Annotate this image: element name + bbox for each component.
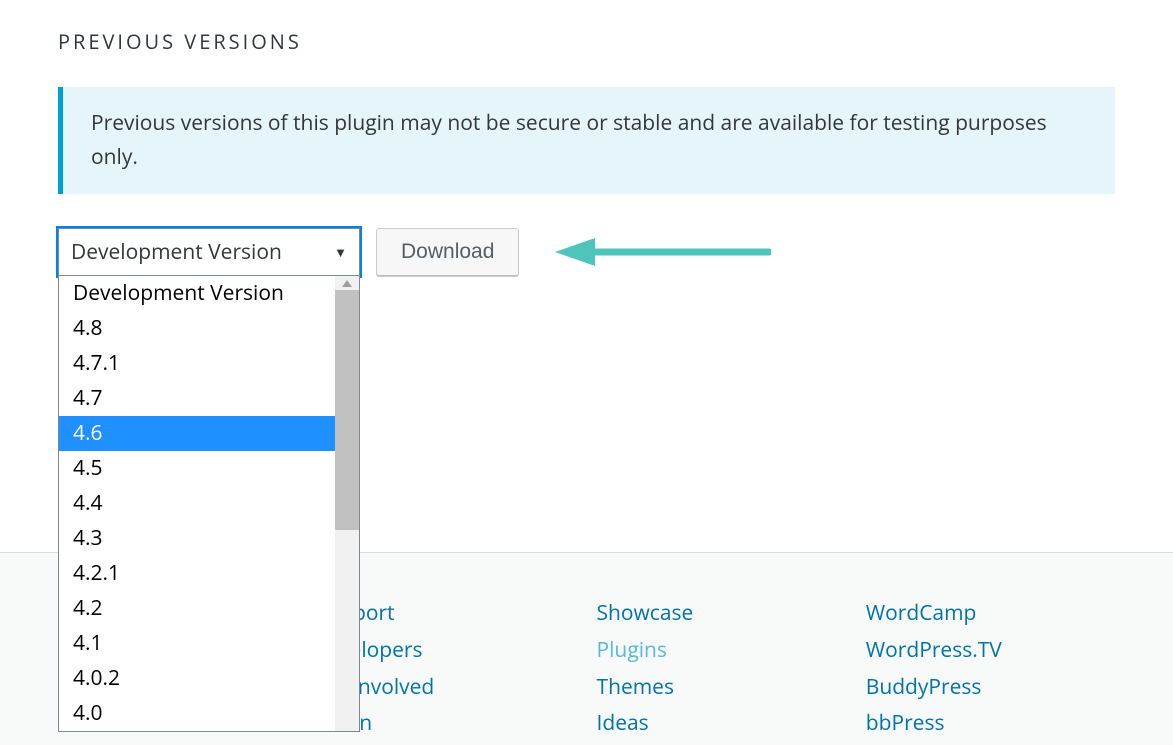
version-option[interactable]: 4.0 [59, 696, 359, 731]
footer-link-plugins[interactable]: Plugins [597, 632, 846, 669]
version-dropdown-list[interactable]: Development Version4.84.7.14.74.64.54.44… [58, 276, 360, 732]
version-option[interactable]: 4.1 [59, 626, 359, 661]
version-option[interactable]: 4.8 [59, 311, 359, 346]
footer-link-wordpresstv[interactable]: WordPress.TV [866, 632, 1115, 669]
footer-link-ideas[interactable]: Ideas [597, 705, 846, 742]
version-option[interactable]: 4.7.1 [59, 346, 359, 381]
footer-link-bbpress[interactable]: bbPress [866, 705, 1115, 742]
version-select-label: Development Version [71, 238, 282, 266]
version-option[interactable]: 4.5 [59, 451, 359, 486]
footer-col-3: Showcase Plugins Themes Ideas [597, 595, 846, 745]
version-option[interactable]: 4.6 [59, 416, 359, 451]
footer-link-developers[interactable]: evelopers [327, 632, 576, 669]
version-option[interactable]: 4.4 [59, 486, 359, 521]
version-option[interactable]: Development Version [59, 276, 359, 311]
version-option[interactable]: 4.2.1 [59, 556, 359, 591]
footer-col-2: upport evelopers et Involved earn [327, 595, 576, 745]
footer-link-wordcamp[interactable]: WordCamp [866, 595, 1115, 632]
footer-col-4: WordCamp WordPress.TV BuddyPress bbPress [866, 595, 1115, 745]
notice-banner: Previous versions of this plugin may not… [58, 87, 1115, 194]
dropdown-scrollbar[interactable] [335, 276, 359, 731]
footer-link-showcase[interactable]: Showcase [597, 595, 846, 632]
version-option[interactable]: 4.2 [59, 591, 359, 626]
footer-link-learn[interactable]: earn [327, 705, 576, 742]
footer-link-buddypress[interactable]: BuddyPress [866, 669, 1115, 706]
version-option[interactable]: 4.0.2 [59, 661, 359, 696]
footer-link-themes[interactable]: Themes [597, 669, 846, 706]
caret-down-icon: ▼ [334, 243, 347, 261]
version-option[interactable]: 4.7 [59, 381, 359, 416]
version-select[interactable]: Development Version ▼ [58, 228, 360, 276]
pointer-arrow-icon [551, 234, 771, 270]
section-heading: PREVIOUS VERSIONS [58, 28, 1115, 55]
footer-link-get-involved[interactable]: et Involved [327, 669, 576, 706]
notice-text: Previous versions of this plugin may not… [91, 109, 1047, 171]
download-button[interactable]: Download [376, 228, 519, 276]
version-option[interactable]: 4.3 [59, 521, 359, 556]
footer-link-support[interactable]: upport [327, 595, 576, 632]
dropdown-scroll-thumb[interactable] [335, 290, 359, 530]
